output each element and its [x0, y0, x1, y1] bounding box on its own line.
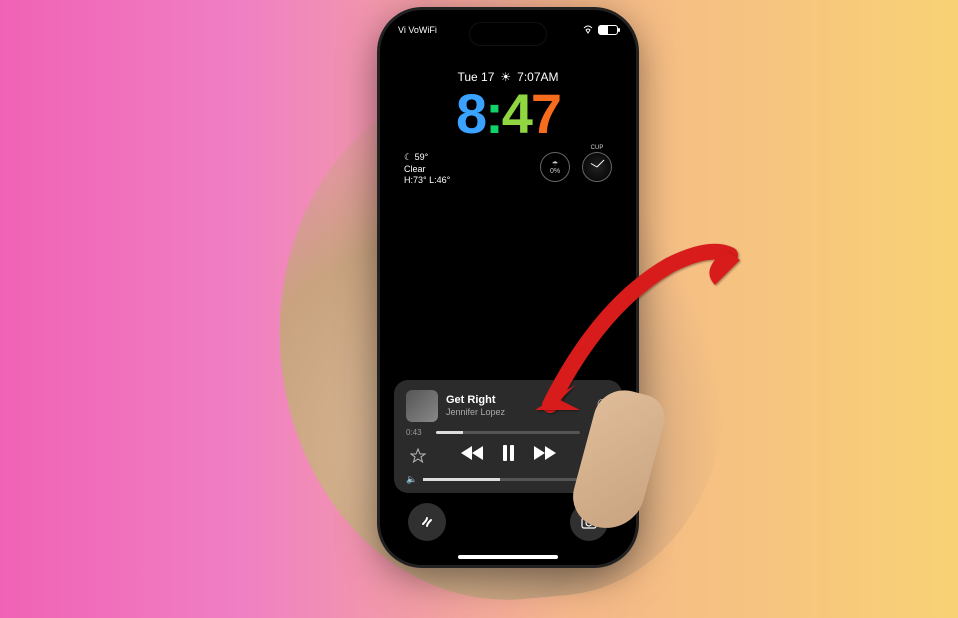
status-right	[582, 24, 618, 36]
wifi-icon	[582, 24, 594, 36]
precipitation-widget[interactable]: ☂ 0%	[540, 152, 570, 182]
clock-digit-1: 8	[456, 82, 485, 145]
battery-icon	[598, 25, 618, 35]
lockscreen-clock: 8:47	[380, 86, 636, 142]
scrubber[interactable]: 0:43 -3:03	[406, 428, 610, 437]
pause-icon	[503, 445, 514, 461]
progress-bar[interactable]	[436, 431, 580, 434]
weather-hi-lo: H:73° L:46°	[404, 175, 528, 187]
weather-widget[interactable]: ☾ 59° Clear H:73° L:46°	[404, 152, 528, 187]
playback-controls	[406, 445, 610, 466]
volume-fill	[423, 478, 499, 481]
pause-button[interactable]	[503, 445, 514, 466]
favorite-button[interactable]	[410, 448, 426, 464]
elapsed-time: 0:43	[406, 428, 430, 437]
umbrella-icon: ☂	[552, 160, 558, 168]
album-art[interactable]	[406, 390, 438, 422]
track-artist: Jennifer Lopez	[446, 407, 588, 418]
clock-colon: :	[485, 82, 502, 145]
weather-condition: Clear	[404, 164, 528, 176]
precip-value: 0%	[550, 168, 560, 175]
forward-button[interactable]	[534, 446, 556, 465]
clock-digit-2: 4	[502, 82, 531, 145]
track-title: Get Right	[446, 394, 588, 407]
world-clock-label: CUP	[591, 145, 604, 151]
weather-temp: ☾ 59°	[404, 152, 528, 164]
widget-row: ☾ 59° Clear H:73° L:46° ☂ 0% CUP	[380, 142, 636, 187]
clock-digit-3: 7	[531, 82, 560, 145]
home-indicator[interactable]	[458, 555, 558, 559]
world-clock-widget[interactable]: CUP	[582, 152, 612, 182]
volume-slider[interactable]	[423, 478, 593, 481]
shazam-button[interactable]	[408, 503, 446, 541]
carrier-label: Vi VoWiFi	[398, 25, 437, 35]
dynamic-island	[469, 22, 547, 46]
rewind-button[interactable]	[461, 446, 483, 465]
track-info[interactable]: Get Right Jennifer Lopez	[446, 394, 588, 418]
volume-low-icon: 🔈	[406, 474, 417, 485]
progress-fill	[436, 431, 463, 434]
